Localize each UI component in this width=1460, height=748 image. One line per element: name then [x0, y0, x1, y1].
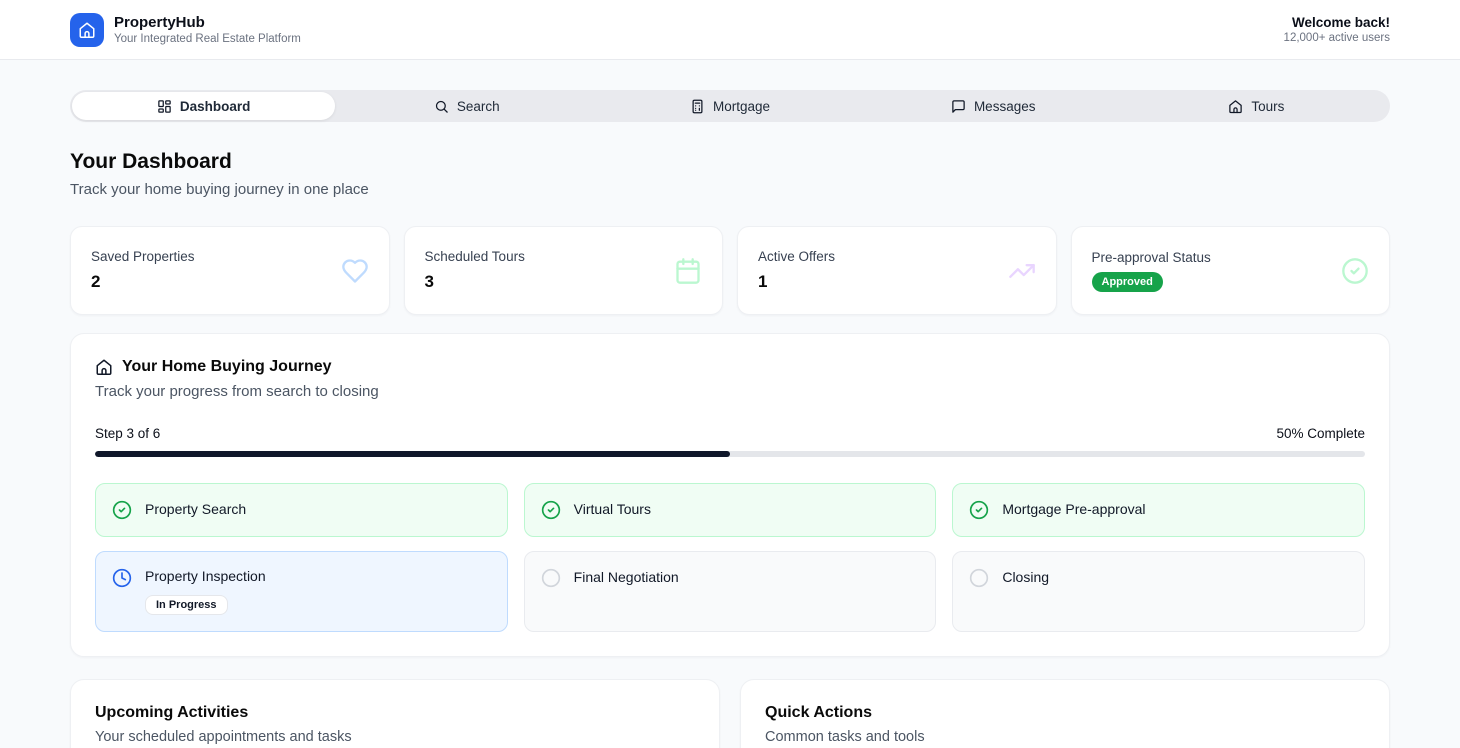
step-mortgage-preapproval: Mortgage Pre-approval [952, 483, 1365, 537]
stat-value: 2 [91, 272, 195, 292]
quick-actions-title: Quick Actions [765, 704, 1365, 722]
step-label: Virtual Tours [574, 500, 651, 517]
main-tabbar: Dashboard Search Mortgage Messages Tours [70, 90, 1390, 122]
check-circle-icon [1341, 257, 1369, 285]
quick-actions-subtitle: Common tasks and tools [765, 729, 1365, 745]
brand-logo [70, 13, 104, 47]
stat-value: 3 [425, 272, 525, 292]
journey-title: Your Home Buying Journey [122, 358, 332, 376]
circle-icon [541, 568, 561, 588]
tab-search[interactable]: Search [335, 92, 598, 120]
step-property-inspection: Property Inspection In Progress [95, 551, 508, 632]
step-label: Closing [1002, 568, 1049, 585]
check-circle-icon [541, 500, 561, 520]
step-label: Mortgage Pre-approval [1002, 500, 1145, 517]
tab-label: Mortgage [713, 99, 770, 114]
approved-badge: Approved [1092, 272, 1163, 292]
stat-value: 1 [758, 272, 835, 292]
percent-complete-label: 50% Complete [1276, 426, 1365, 441]
check-circle-icon [112, 500, 132, 520]
activities-title: Upcoming Activities [95, 704, 695, 722]
journey-card: Your Home Buying Journey Track your prog… [70, 333, 1390, 657]
home-icon [78, 21, 96, 39]
page-subtitle: Track your home buying journey in one pl… [70, 181, 1390, 198]
page-title: Your Dashboard [70, 150, 1390, 174]
step-final-negotiation: Final Negotiation [524, 551, 937, 632]
tab-label: Dashboard [180, 99, 251, 114]
tab-label: Messages [974, 99, 1036, 114]
step-virtual-tours: Virtual Tours [524, 483, 937, 537]
calculator-icon [690, 99, 705, 114]
stat-label: Scheduled Tours [425, 249, 525, 264]
tab-messages[interactable]: Messages [862, 92, 1125, 120]
stats-row: Saved Properties 2 Scheduled Tours 3 Act… [70, 226, 1390, 315]
tab-dashboard[interactable]: Dashboard [72, 92, 335, 120]
home-icon [95, 358, 113, 376]
app-header: PropertyHub Your Integrated Real Estate … [0, 0, 1460, 60]
stat-card-preapproval-status: Pre-approval Status Approved [1071, 226, 1391, 315]
heart-icon [341, 257, 369, 285]
stat-card-saved-properties: Saved Properties 2 [70, 226, 390, 315]
tab-tours[interactable]: Tours [1125, 92, 1388, 120]
search-icon [434, 99, 449, 114]
stat-card-active-offers: Active Offers 1 [737, 226, 1057, 315]
step-closing: Closing [952, 551, 1365, 632]
dashboard-grid-icon [157, 99, 172, 114]
tab-label: Tours [1251, 99, 1284, 114]
stat-label: Active Offers [758, 249, 835, 264]
tab-label: Search [457, 99, 500, 114]
check-circle-icon [969, 500, 989, 520]
journey-steps: Property Search Virtual Tours Mortgage P… [95, 483, 1365, 632]
quick-actions-panel: Quick Actions Common tasks and tools Sch… [740, 679, 1390, 748]
journey-subtitle: Track your progress from search to closi… [95, 383, 1365, 400]
progress-bar [95, 451, 1365, 457]
step-progress-label: Step 3 of 6 [95, 426, 160, 441]
tab-mortgage[interactable]: Mortgage [598, 92, 861, 120]
circle-icon [969, 568, 989, 588]
upcoming-activities-panel: Upcoming Activities Your scheduled appoi… [70, 679, 720, 748]
stat-label: Saved Properties [91, 249, 195, 264]
step-label: Property Inspection [145, 567, 266, 584]
welcome-text: Welcome back! [1284, 15, 1390, 30]
message-square-icon [951, 99, 966, 114]
clock-icon [112, 568, 132, 588]
trending-up-icon [1008, 257, 1036, 285]
activities-subtitle: Your scheduled appointments and tasks [95, 729, 695, 745]
in-progress-badge: In Progress [145, 595, 228, 615]
active-users-text: 12,000+ active users [1284, 32, 1390, 44]
step-property-search: Property Search [95, 483, 508, 537]
calendar-icon [674, 257, 702, 285]
step-label: Final Negotiation [574, 568, 679, 585]
brand-tagline: Your Integrated Real Estate Platform [114, 33, 301, 45]
progress-fill [95, 451, 730, 457]
brand: PropertyHub Your Integrated Real Estate … [70, 13, 301, 47]
stat-label: Pre-approval Status [1092, 250, 1211, 265]
stat-card-scheduled-tours: Scheduled Tours 3 [404, 226, 724, 315]
home-icon [1228, 99, 1243, 114]
step-label: Property Search [145, 500, 246, 517]
brand-name: PropertyHub [114, 14, 301, 31]
